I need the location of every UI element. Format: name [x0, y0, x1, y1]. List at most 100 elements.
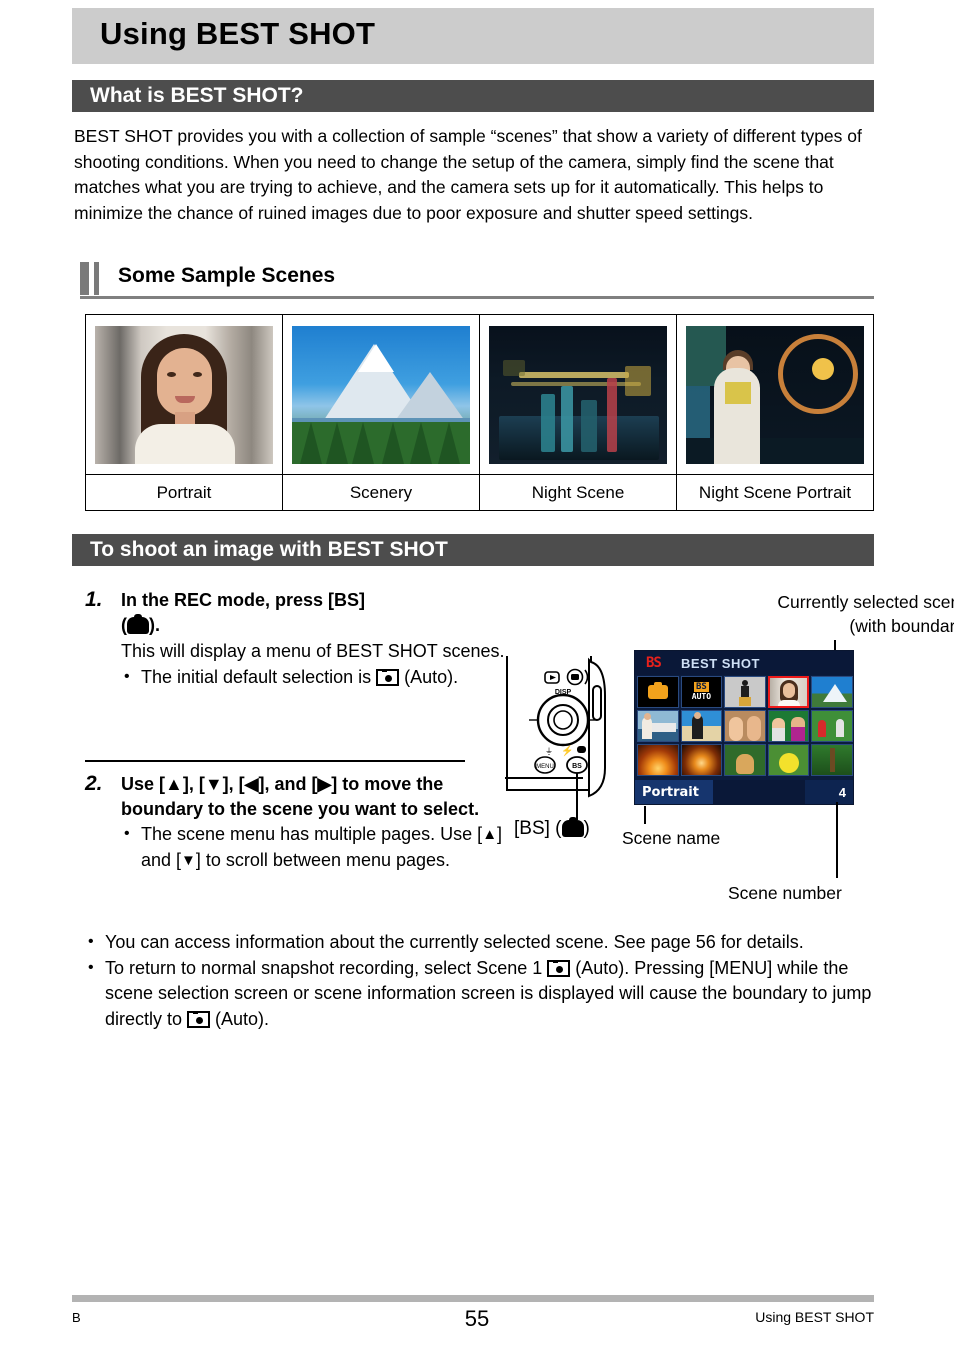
scene-cell-flower[interactable]	[767, 744, 810, 776]
bullet-text-c: ] to scroll between menu pages.	[195, 849, 451, 870]
intro-paragraph: BEST SHOT provides you with a collection…	[74, 126, 862, 223]
step-2-wide-bullets: You can access information about the cur…	[85, 929, 875, 1033]
clothing-two	[791, 727, 806, 741]
runner-one	[818, 720, 827, 737]
lcd-title-label: BEST SHOT	[681, 656, 760, 671]
scene-cell-sports-field[interactable]	[811, 710, 853, 742]
mouth	[175, 395, 195, 403]
scenery-photo-thumbnail	[292, 325, 470, 464]
step-title: Use [▲], [▼], [◀], and [▶] to move the b…	[121, 774, 480, 819]
step-1-bullets: The initial default selection is (Auto).	[121, 664, 505, 691]
tree	[326, 421, 348, 464]
bullet-text-a: To return to normal snapshot recording, …	[105, 957, 548, 978]
thumbnail-wrapper	[86, 315, 282, 475]
step-body: Use [▲], [▼], [◀], and [▶] to move the b…	[121, 772, 505, 873]
right-eye	[193, 371, 202, 377]
sample-scene-caption: Portrait	[156, 482, 212, 502]
bullet-text-c: (Auto).	[210, 1008, 270, 1029]
bs-caption-text-a: [BS] (	[514, 818, 562, 839]
tree	[410, 421, 432, 464]
camera-illustration-group: Currently selected scene (with boundary)…	[500, 588, 954, 918]
section-header-to-shoot-an-image: To shoot an image with BEST SHOT	[72, 534, 874, 566]
figure-two	[746, 716, 761, 741]
face-shape	[157, 347, 212, 416]
scene-cell-fire[interactable]	[637, 744, 679, 776]
glow-patch	[625, 365, 651, 396]
callout-line-1: Currently selected scene	[777, 592, 954, 612]
footer-divider	[72, 1295, 874, 1302]
tree	[352, 421, 374, 464]
list-item: The initial default selection is (Auto).	[121, 664, 505, 691]
instruction-step-2: 2. Use [▲], [▼], [◀], and [▶] to move th…	[85, 772, 505, 879]
tree	[300, 421, 322, 464]
scene-cell-children[interactable]	[767, 710, 810, 742]
step-body: In the REC mode, press [BS] (). This wil…	[121, 588, 505, 690]
down-arrow-icon: ▼	[181, 851, 196, 869]
lcd-scene-number: 4	[838, 784, 846, 800]
sample-scene-caption: Scenery	[349, 482, 413, 502]
city-base	[499, 415, 659, 460]
step-title-text-a: In the REC mode, press [BS]	[121, 590, 366, 610]
page-title-bar: Using BEST SHOT	[72, 8, 874, 64]
water	[686, 437, 864, 464]
torso	[777, 700, 800, 706]
scene-cell-sports[interactable]	[724, 676, 766, 708]
svg-text:⚡: ⚡	[561, 744, 573, 757]
subheading-some-sample-scenes: Some Sample Scenes	[80, 262, 874, 302]
marker-thin-bar	[94, 262, 99, 295]
instruction-steps: 1. In the REC mode, press [BS] (). This …	[85, 588, 505, 696]
scene-thumbnail-grid: BS AUTO	[637, 676, 853, 776]
light-row	[519, 371, 629, 378]
sample-scenes-table: Portrait Scenery Night Scene Night Scene…	[85, 314, 874, 511]
lcd-scene-name-field: Portrait	[635, 780, 713, 804]
scene-cell-fireworks[interactable]	[680, 744, 723, 776]
list-item: To return to normal snapshot recording, …	[85, 955, 875, 1033]
thumbnail-wrapper	[677, 315, 873, 475]
step-number: 1.	[85, 588, 103, 611]
figure-one	[729, 717, 744, 741]
svg-text:MENU: MENU	[536, 764, 554, 770]
lcd-scene-name: Portrait	[642, 784, 699, 800]
thumbnail-wrapper	[283, 315, 479, 475]
scene-cell-boat[interactable]	[637, 710, 679, 742]
step-description: This will display a menu of BEST SHOT sc…	[121, 641, 505, 661]
callout-line-2: (with boundary)	[849, 616, 954, 636]
bs-button-caption: [BS] ()	[514, 817, 590, 840]
building	[581, 399, 597, 452]
bullet-text-a: The initial default selection is	[141, 666, 377, 687]
runner-two	[835, 719, 844, 737]
marker-thick-bar	[80, 262, 89, 295]
sample-scene-caption: Night Scene	[531, 482, 625, 502]
scene-cell-pet[interactable]	[724, 744, 766, 776]
up-arrow-icon: ▲	[482, 826, 498, 843]
scene-cell-two-people[interactable]	[724, 710, 766, 742]
scene-cell-portrait-selected[interactable]	[767, 676, 810, 708]
step-divider	[85, 760, 465, 762]
lcd-scene-number-field: 4	[805, 780, 853, 804]
step-number: 2.	[85, 772, 103, 795]
scene-cell-auto[interactable]	[637, 676, 679, 708]
bullet-text-a: The scene menu has multiple pages. Use [	[141, 824, 483, 844]
scene-cell-scenery[interactable]	[811, 676, 853, 708]
sample-scene-cell-scenery: Scenery	[283, 315, 480, 510]
scene-cell-beach[interactable]	[680, 710, 723, 742]
night-scene-portrait-photo-thumbnail	[686, 325, 864, 464]
tower	[607, 377, 617, 452]
bs-auto-bottom-label: AUTO	[691, 692, 712, 701]
leader-line-scene-name	[644, 806, 646, 824]
sample-scene-cell-night-scene-portrait: Night Scene Portrait	[677, 315, 873, 510]
section-header-what-is-best-shot: What is BEST SHOT?	[72, 80, 874, 112]
scene-cell-bs-auto[interactable]: BS AUTO	[680, 676, 723, 708]
svg-text:BS: BS	[572, 763, 582, 770]
section-header-label: To shoot an image with BEST SHOT	[90, 538, 448, 561]
bs-button-icon	[127, 614, 149, 634]
step-title-paren-close: ).	[149, 615, 160, 635]
scene-cell-foliage[interactable]	[811, 744, 853, 776]
step-1: 1. In the REC mode, press [BS] (). This …	[85, 588, 505, 690]
figure-torso	[642, 717, 652, 739]
document-page: Using BEST SHOT What is BEST SHOT? BEST …	[0, 0, 954, 1357]
camera-icon	[647, 682, 668, 699]
building	[561, 385, 573, 452]
camera-lcd-screen: BS BEST SHOT BS AUTO Portrait 4	[634, 650, 854, 805]
camera-body-illustration: DISP ⏚ ⚡ MENU BS	[505, 656, 606, 820]
